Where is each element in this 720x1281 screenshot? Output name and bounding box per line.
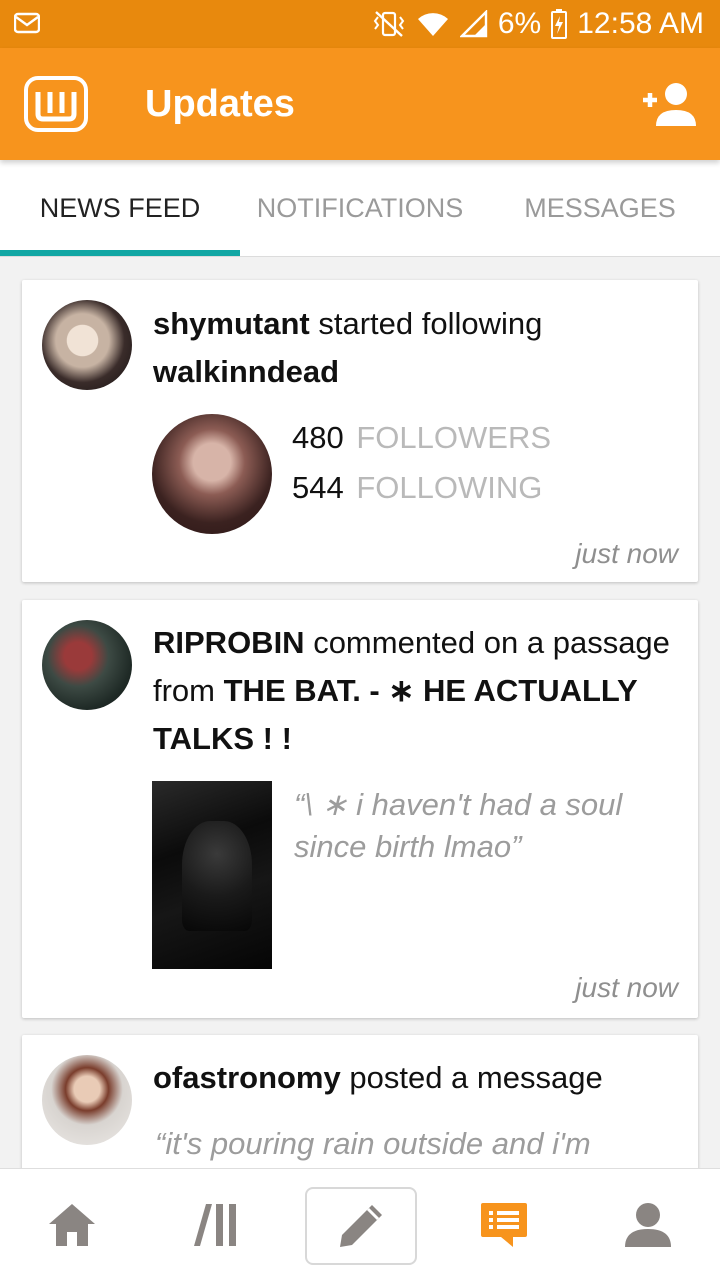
tab-notifications[interactable]: NOTIFICATIONS	[240, 160, 480, 256]
status-bar: 6% 12:58 AM	[0, 0, 720, 48]
avatar[interactable]	[42, 620, 132, 710]
active-tab-indicator	[0, 250, 240, 256]
story-cover-image[interactable]	[152, 781, 272, 969]
wattpad-logo-icon[interactable]	[24, 76, 88, 132]
nav-profile[interactable]	[576, 1169, 720, 1281]
target-username[interactable]: walkinndead	[153, 354, 339, 389]
home-icon	[49, 1204, 95, 1246]
messages-icon	[481, 1203, 527, 1247]
followers-count: 480	[292, 420, 344, 455]
action-text: posted a message	[340, 1060, 603, 1095]
cell-signal-icon	[459, 10, 488, 38]
nav-write[interactable]	[305, 1187, 417, 1265]
avatar[interactable]	[42, 1055, 132, 1145]
timestamp: just now	[575, 538, 678, 569]
comment-quote: “\ ∗ i haven't had a soul since birth lm…	[294, 787, 623, 864]
actor-username[interactable]: ofastronomy	[153, 1060, 341, 1095]
feed-headline: ofastronomy posted a message	[153, 1054, 678, 1102]
mail-notification-icon	[14, 12, 40, 34]
wifi-icon	[417, 13, 448, 36]
feed-card-follow[interactable]: shymutant started following walkinndead …	[22, 280, 698, 582]
action-text: started following	[309, 306, 543, 341]
actor-username[interactable]: RIPROBIN	[153, 625, 305, 660]
app-bar: Updates	[0, 48, 720, 160]
bottom-navigation	[0, 1168, 720, 1281]
message-preview: “it's pouring rain outside and i'm	[155, 1126, 591, 1161]
clock: 12:58 AM	[577, 7, 704, 40]
timestamp: just now	[575, 972, 678, 1003]
following-stat: 544 FOLLOWING	[292, 470, 542, 506]
add-friend-icon[interactable]	[640, 80, 698, 128]
following-label: FOLLOWING	[356, 470, 543, 505]
feed-headline: RIPROBIN commented on a passage from THE…	[153, 619, 678, 763]
followers-label: FOLLOWERS	[356, 420, 552, 455]
tab-news-feed[interactable]: NEWS FEED	[0, 160, 240, 256]
library-icon	[194, 1204, 236, 1246]
actor-username[interactable]: shymutant	[153, 306, 310, 341]
story-title[interactable]: THE BAT. - ∗ HE ACTUALLY TALKS ! !	[153, 673, 637, 756]
page-title: Updates	[145, 83, 295, 125]
following-count: 544	[292, 470, 344, 505]
vibrate-mute-icon	[373, 11, 405, 37]
avatar[interactable]	[42, 300, 132, 390]
nav-messages[interactable]	[432, 1169, 576, 1281]
profile-icon	[625, 1203, 671, 1247]
followed-user-avatar[interactable]	[152, 414, 272, 534]
nav-library[interactable]	[144, 1169, 288, 1281]
pencil-icon	[340, 1205, 382, 1247]
tab-bar: NEWS FEED NOTIFICATIONS MESSAGES	[0, 160, 720, 257]
feed-card-comment[interactable]: RIPROBIN commented on a passage from THE…	[22, 600, 698, 1018]
battery-charging-icon	[551, 9, 568, 39]
nav-home[interactable]	[0, 1169, 144, 1281]
battery-percent: 6%	[497, 7, 542, 40]
feed-headline: shymutant started following walkinndead	[153, 300, 678, 396]
followers-stat: 480 FOLLOWERS	[292, 420, 551, 456]
tab-messages[interactable]: MESSAGES	[480, 160, 720, 256]
